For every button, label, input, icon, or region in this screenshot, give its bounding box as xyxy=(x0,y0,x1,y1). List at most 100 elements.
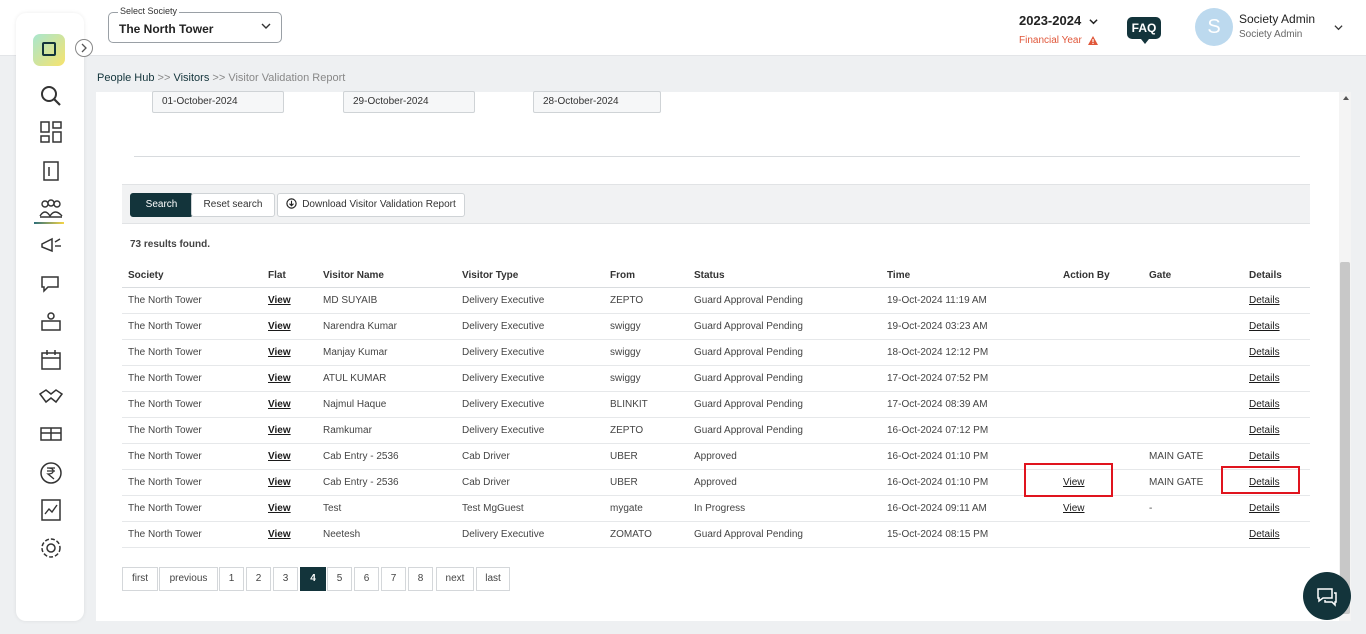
report-icon[interactable] xyxy=(38,497,64,523)
page-2-button[interactable]: 2 xyxy=(246,567,271,591)
flat-view-link[interactable]: View xyxy=(268,373,291,384)
flat-view-link[interactable]: View xyxy=(268,399,291,410)
details-link[interactable]: Details xyxy=(1249,503,1280,514)
details-link[interactable]: Details xyxy=(1249,529,1280,540)
cell-flat: View xyxy=(262,469,317,496)
cell-status: Guard Approval Pending xyxy=(688,287,881,314)
page-5-button[interactable]: 5 xyxy=(327,567,352,591)
download-report-button[interactable]: Download Visitor Validation Report xyxy=(277,193,465,217)
details-link[interactable]: Details xyxy=(1249,295,1280,306)
details-link[interactable]: Details xyxy=(1249,451,1280,462)
page-last-button[interactable]: last xyxy=(476,567,510,591)
society-select[interactable]: Select Society The North Tower xyxy=(108,6,282,43)
header-time[interactable]: Time xyxy=(881,265,1057,288)
cell-gate xyxy=(1143,313,1243,340)
flat-view-link[interactable]: View xyxy=(268,451,291,462)
amenities-icon[interactable] xyxy=(38,421,64,447)
table-row: The North Tower View Najmul Haque Delivery … xyxy=(122,391,1310,418)
chevron-down-icon xyxy=(261,23,271,29)
flat-view-link[interactable]: View xyxy=(268,477,291,488)
header-gate[interactable]: Gate xyxy=(1143,265,1243,288)
table-row: The North Tower View Ramkumar Delivery Exec… xyxy=(122,417,1310,444)
header-visitor-name[interactable]: Visitor Name xyxy=(317,265,456,288)
megaphone-icon[interactable] xyxy=(38,233,64,259)
breadcrumb-visitors[interactable]: Visitors xyxy=(173,72,209,84)
highlight-action-view xyxy=(1024,463,1113,497)
building-icon[interactable] xyxy=(38,158,64,184)
page-4-button[interactable]: 4 xyxy=(300,567,326,591)
header-status[interactable]: Status xyxy=(688,265,881,288)
divider xyxy=(134,156,1300,157)
page-1-button[interactable]: 1 xyxy=(219,567,244,591)
details-link[interactable]: Details xyxy=(1249,347,1280,358)
scrollbar[interactable] xyxy=(1339,92,1351,621)
header-from[interactable]: From xyxy=(604,265,688,288)
chat-icon[interactable] xyxy=(38,271,64,297)
page-7-button[interactable]: 7 xyxy=(381,567,406,591)
cell-flat: View xyxy=(262,287,317,314)
logo-icon[interactable] xyxy=(33,34,65,66)
header-flat[interactable]: Flat xyxy=(262,265,317,288)
cell-details: Details xyxy=(1243,339,1310,366)
faq-button[interactable]: FAQ xyxy=(1127,17,1161,44)
flat-view-link[interactable]: View xyxy=(268,347,291,358)
flat-view-link[interactable]: View xyxy=(268,295,291,306)
reset-search-button[interactable]: Reset search xyxy=(191,193,275,217)
financial-year-select[interactable]: 2023-2024 xyxy=(1019,13,1098,28)
cell-time: 19-Oct-2024 11:19 AM xyxy=(881,287,1057,314)
services-icon[interactable] xyxy=(38,309,64,335)
from-date-field[interactable]: 01-October-2024 xyxy=(152,91,284,113)
search-button[interactable]: Search xyxy=(130,193,193,217)
support-chat-button[interactable] xyxy=(1303,572,1351,620)
cell-type: Cab Driver xyxy=(456,469,604,496)
rupee-icon[interactable] xyxy=(38,460,64,486)
cell-from: swiggy xyxy=(604,365,688,392)
cell-type: Cab Driver xyxy=(456,443,604,470)
settings-icon[interactable] xyxy=(38,535,64,561)
cell-details: Details xyxy=(1243,495,1310,522)
calendar-icon[interactable] xyxy=(38,347,64,373)
search-icon[interactable] xyxy=(38,83,64,109)
date-field-3[interactable]: 28-October-2024 xyxy=(533,91,661,113)
header-society[interactable]: Society xyxy=(122,265,262,288)
page-next-button[interactable]: next xyxy=(436,567,474,591)
breadcrumb-people-hub[interactable]: People Hub xyxy=(97,72,155,84)
scrollbar-thumb[interactable] xyxy=(1340,262,1350,614)
details-link[interactable]: Details xyxy=(1249,321,1280,332)
page-3-button[interactable]: 3 xyxy=(273,567,298,591)
people-icon[interactable] xyxy=(38,196,64,222)
header-details[interactable]: Details xyxy=(1243,265,1310,288)
flat-view-link[interactable]: View xyxy=(268,529,291,540)
cell-gate xyxy=(1143,521,1243,548)
user-role: Society Admin xyxy=(1239,29,1303,40)
flat-view-link[interactable]: View xyxy=(268,321,291,332)
breadcrumb: People Hub >> Visitors >> Visitor Valida… xyxy=(97,72,345,84)
header-action-by[interactable]: Action By xyxy=(1057,265,1143,288)
cell-status: Guard Approval Pending xyxy=(688,339,881,366)
page-previous-button[interactable]: previous xyxy=(159,567,218,591)
chevron-down-icon[interactable] xyxy=(1333,23,1344,32)
top-header: Select Society The North Tower 2023-2024… xyxy=(0,0,1366,56)
dashboard-icon[interactable] xyxy=(38,119,64,145)
handshake-icon[interactable] xyxy=(38,384,64,410)
cell-flat: View xyxy=(262,495,317,522)
scroll-up-arrow[interactable] xyxy=(1343,96,1349,100)
page-first-button[interactable]: first xyxy=(122,567,158,591)
sidebar-collapse-button[interactable] xyxy=(75,39,93,57)
details-link[interactable]: Details xyxy=(1249,425,1280,436)
header-visitor-type[interactable]: Visitor Type xyxy=(456,265,604,288)
flat-view-link[interactable]: View xyxy=(268,425,291,436)
to-date-field[interactable]: 29-October-2024 xyxy=(343,91,475,113)
page-8-button[interactable]: 8 xyxy=(408,567,433,591)
page-6-button[interactable]: 6 xyxy=(354,567,379,591)
cell-time: 15-Oct-2024 08:15 PM xyxy=(881,521,1057,548)
details-link[interactable]: Details xyxy=(1249,399,1280,410)
avatar[interactable]: S xyxy=(1195,8,1233,46)
cell-flat: View xyxy=(262,521,317,548)
cell-status: Guard Approval Pending xyxy=(688,391,881,418)
action-by-view-link[interactable]: View xyxy=(1063,503,1085,514)
details-link[interactable]: Details xyxy=(1249,373,1280,384)
flat-view-link[interactable]: View xyxy=(268,503,291,514)
cell-society: The North Tower xyxy=(122,495,262,522)
cell-type: Delivery Executive xyxy=(456,391,604,418)
